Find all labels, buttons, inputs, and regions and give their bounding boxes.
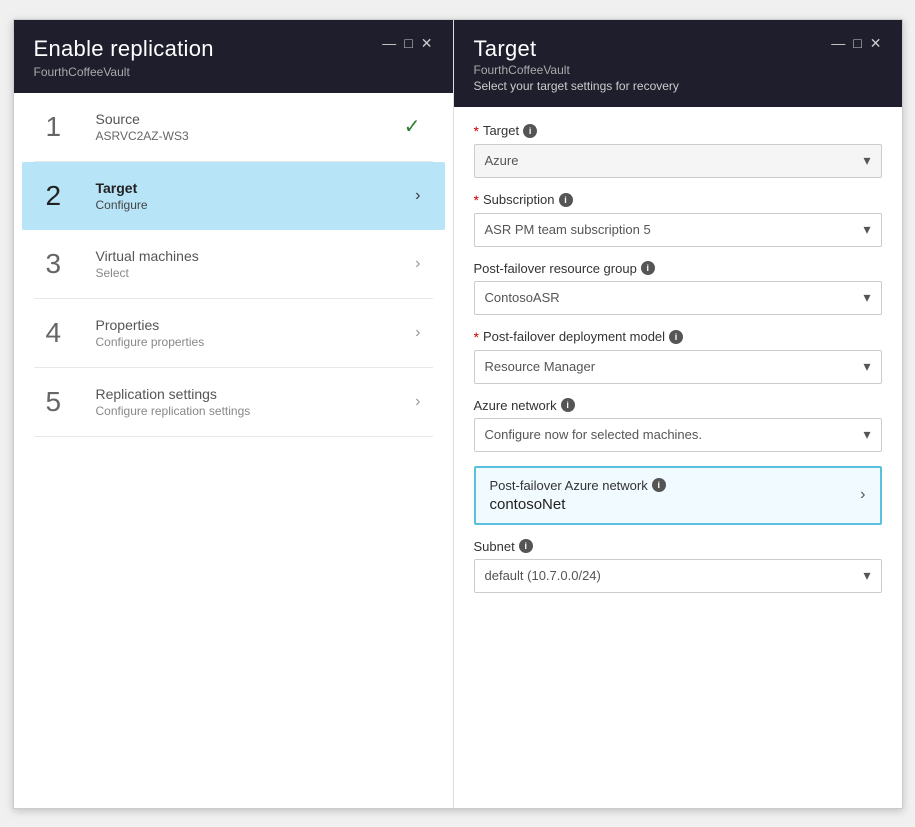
target-field-group: * Target i Azure ▾ <box>474 123 882 178</box>
deployment-model-select-value: Resource Manager <box>485 359 596 374</box>
step-4[interactable]: 4 Properties Configure properties › <box>34 299 433 368</box>
azure-network-field-group: Azure network i Configure now for select… <box>474 398 882 452</box>
left-window-controls: — □ ✕ <box>382 36 432 50</box>
deployment-required-star: * <box>474 329 479 345</box>
step-1-sub: ASRVC2AZ-WS3 <box>96 129 404 143</box>
right-header: Target — □ ✕ FourthCoffeeVault Select yo… <box>454 20 902 107</box>
right-window-controls: — □ ✕ <box>831 36 881 50</box>
right-minimize-button[interactable]: — <box>831 36 845 50</box>
right-title: Target <box>474 36 537 62</box>
right-close-button[interactable]: ✕ <box>870 36 882 50</box>
subnet-select-value: default (10.7.0.0/24) <box>485 568 601 583</box>
checkmark-icon: ✓ <box>404 114 421 139</box>
deployment-model-field-group: * Post-failover deployment model i Resou… <box>474 329 882 384</box>
post-failover-network-value: contosoNet <box>490 496 666 513</box>
step-3-chevron-icon: › <box>415 255 420 273</box>
subscription-required-star: * <box>474 192 479 208</box>
target-select[interactable]: Azure ▾ <box>474 144 882 178</box>
step-5-number: 5 <box>46 386 82 418</box>
subnet-chevron-down-icon: ▾ <box>863 567 870 584</box>
azure-network-select-value: Configure now for selected machines. <box>485 427 703 442</box>
step-5[interactable]: 5 Replication settings Configure replica… <box>34 368 433 437</box>
right-description: Select your target settings for recovery <box>474 79 882 93</box>
step-4-chevron-icon: › <box>415 324 420 342</box>
target-label: * Target i <box>474 123 882 139</box>
left-minimize-button[interactable]: — <box>382 36 396 50</box>
deployment-model-label: * Post-failover deployment model i <box>474 329 882 345</box>
left-title: Enable replication <box>34 36 214 62</box>
target-select-value: Azure <box>485 153 519 168</box>
left-body: 1 Source ASRVC2AZ-WS3 ✓ 2 Target Configu… <box>14 93 453 808</box>
main-container: Enable replication — □ ✕ FourthCoffeeVau… <box>13 19 903 809</box>
step-5-info: Replication settings Configure replicati… <box>96 386 416 418</box>
step-3-info: Virtual machines Select <box>96 248 416 280</box>
step-5-sub: Configure replication settings <box>96 404 416 418</box>
step-2-label: Target <box>96 180 416 196</box>
resource-group-select[interactable]: ContosoASR ▾ <box>474 281 882 315</box>
resource-group-chevron-down-icon: ▾ <box>863 289 870 306</box>
post-failover-network-label: Post-failover Azure network i <box>490 478 666 493</box>
step-3[interactable]: 3 Virtual machines Select › <box>34 230 433 299</box>
resource-group-select-value: ContosoASR <box>485 290 560 305</box>
step-4-info: Properties Configure properties <box>96 317 416 349</box>
target-info-icon[interactable]: i <box>523 124 537 138</box>
left-panel: Enable replication — □ ✕ FourthCoffeeVau… <box>14 20 454 808</box>
deployment-model-select[interactable]: Resource Manager ▾ <box>474 350 882 384</box>
subscription-field-group: * Subscription i ASR PM team subscriptio… <box>474 192 882 247</box>
step-3-label: Virtual machines <box>96 248 416 264</box>
step-3-sub: Select <box>96 266 416 280</box>
step-4-number: 4 <box>46 317 82 349</box>
left-vault-name: FourthCoffeeVault <box>34 65 433 79</box>
subscription-select[interactable]: ASR PM team subscription 5 ▾ <box>474 213 882 247</box>
step-2-number: 2 <box>46 180 82 212</box>
deployment-chevron-down-icon: ▾ <box>863 358 870 375</box>
resource-group-info-icon[interactable]: i <box>641 261 655 275</box>
right-body: * Target i Azure ▾ * Subscription i ASR … <box>454 107 902 808</box>
right-vault-name: FourthCoffeeVault <box>474 63 882 77</box>
azure-network-info-icon[interactable]: i <box>561 398 575 412</box>
subnet-info-icon[interactable]: i <box>519 539 533 553</box>
resource-group-label: Post-failover resource group i <box>474 261 882 276</box>
deployment-info-icon[interactable]: i <box>669 330 683 344</box>
step-2-info: Target Configure <box>96 180 416 212</box>
step-5-chevron-icon: › <box>415 393 420 411</box>
azure-network-select[interactable]: Configure now for selected machines. ▾ <box>474 418 882 452</box>
right-maximize-button[interactable]: □ <box>853 36 861 50</box>
post-failover-network-info-icon[interactable]: i <box>652 478 666 492</box>
subnet-field-group: Subnet i default (10.7.0.0/24) ▾ <box>474 539 882 593</box>
step-4-label: Properties <box>96 317 416 333</box>
azure-network-chevron-down-icon: ▾ <box>863 426 870 443</box>
azure-network-label: Azure network i <box>474 398 882 413</box>
subnet-select[interactable]: default (10.7.0.0/24) ▾ <box>474 559 882 593</box>
step-5-label: Replication settings <box>96 386 416 402</box>
step-1-label: Source <box>96 111 404 127</box>
right-panel: Target — □ ✕ FourthCoffeeVault Select yo… <box>454 20 902 808</box>
left-header: Enable replication — □ ✕ FourthCoffeeVau… <box>14 20 453 93</box>
step-3-number: 3 <box>46 248 82 280</box>
step-1-number: 1 <box>46 111 82 143</box>
subscription-select-value: ASR PM team subscription 5 <box>485 222 651 237</box>
step-2-chevron-icon: › <box>415 187 420 205</box>
subnet-label: Subnet i <box>474 539 882 554</box>
step-2[interactable]: 2 Target Configure › <box>22 162 445 230</box>
step-4-sub: Configure properties <box>96 335 416 349</box>
subscription-info-icon[interactable]: i <box>559 193 573 207</box>
step-1-info: Source ASRVC2AZ-WS3 <box>96 111 404 143</box>
left-maximize-button[interactable]: □ <box>404 36 412 50</box>
step-1[interactable]: 1 Source ASRVC2AZ-WS3 ✓ <box>34 93 433 162</box>
target-chevron-down-icon: ▾ <box>863 152 870 169</box>
post-failover-network-chevron-icon: › <box>860 486 865 504</box>
subscription-label: * Subscription i <box>474 192 882 208</box>
resource-group-field-group: Post-failover resource group i ContosoAS… <box>474 261 882 315</box>
step-2-sub: Configure <box>96 198 416 212</box>
left-close-button[interactable]: ✕ <box>421 36 433 50</box>
subscription-chevron-down-icon: ▾ <box>863 221 870 238</box>
post-failover-network-box[interactable]: Post-failover Azure network i contosoNet… <box>474 466 882 525</box>
target-required-star: * <box>474 123 479 139</box>
post-failover-network-content: Post-failover Azure network i contosoNet <box>490 478 666 513</box>
